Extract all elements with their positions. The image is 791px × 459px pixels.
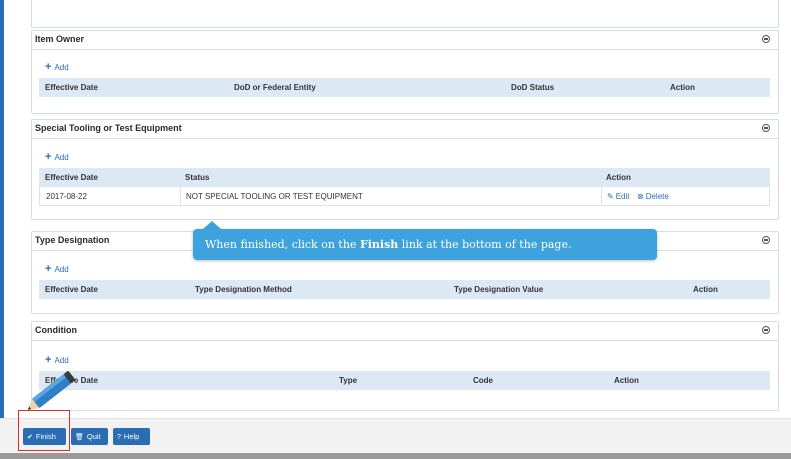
table-header: Effective Date Status Action (39, 168, 770, 187)
panel-title: Item Owner (35, 34, 85, 44)
column-header: Status (185, 173, 210, 182)
column-header: Effective Date (45, 83, 98, 92)
edit-icon: ✎ (607, 192, 614, 201)
cell-divider (180, 187, 181, 205)
column-header: Type Designation Method (195, 285, 292, 294)
table-header: Effective Date Type Designation Method T… (39, 280, 770, 299)
top-panel-partial (31, 0, 779, 28)
column-header: Action (670, 83, 695, 92)
pencil-icon (27, 371, 75, 410)
table-header: Effective Date DoD or Federal Entity DoD… (39, 78, 770, 97)
edit-link[interactable]: ✎ Edit (607, 187, 630, 206)
collapse-icon[interactable] (762, 236, 770, 244)
question-circle-icon: ? (117, 434, 121, 441)
special-tooling-panel: Special Tooling or Test Equipment + Add E… (31, 119, 779, 220)
condition-panel: Condition +Add Effective Date Type Code … (31, 321, 779, 411)
effective-date-cell: 2017-08-22 (46, 192, 87, 201)
add-condition-link[interactable]: + Add (45, 354, 69, 366)
column-header: DoD or Federal Entity (234, 83, 316, 92)
column-header: Effective Date (45, 173, 98, 182)
panel-title: Condition (35, 325, 77, 335)
trash-icon: 🗑 (75, 434, 84, 441)
collapse-icon[interactable] (762, 35, 770, 43)
panel-header: Special Tooling or Test Equipment (32, 120, 778, 139)
help-button[interactable]: ? Help (113, 428, 150, 445)
delete-link[interactable]: ⊗ Delete (637, 187, 669, 206)
column-header: Type (339, 376, 358, 385)
tooltip-text-after: link at the bottom of the page. (398, 238, 572, 251)
table-header: Effective Date Type Code Action (39, 371, 770, 390)
column-header: Action (606, 173, 631, 182)
column-header: Code (473, 376, 493, 385)
panel-title: Special Tooling or Test Equipment (35, 123, 182, 133)
collapse-icon[interactable] (762, 124, 770, 132)
quit-button[interactable]: 🗑 Quit (71, 428, 108, 445)
add-type-designation-link[interactable]: + Add (45, 263, 69, 275)
panel-header: Item Owner (32, 31, 778, 50)
item-owner-panel: Item Owner + Add Effective Date DoD or Fe… (31, 30, 779, 114)
tooltip-text-bold: Finish (359, 238, 399, 251)
finish-highlight-box (18, 410, 70, 451)
add-item-owner-link[interactable]: + Add (45, 61, 69, 73)
column-header: Type Designation Value (454, 285, 544, 294)
panel-header: Condition (32, 322, 778, 341)
cell-divider (601, 187, 602, 205)
delete-icon: ⊗ (637, 192, 644, 201)
add-special-tooling-link[interactable]: + Add (45, 151, 69, 163)
collapse-icon[interactable] (762, 326, 770, 334)
plus-icon: + (45, 61, 52, 73)
bottom-strip (0, 453, 791, 459)
panel-title: Type Designation (35, 235, 110, 245)
status-cell: NOT SPECIAL TOOLING OR TEST EQUIPMENT (186, 192, 363, 201)
instruction-tooltip: When finished, click on the Finish link … (193, 221, 657, 260)
plus-icon: + (45, 151, 52, 163)
tooltip-text-before: When finished, click on the (205, 238, 360, 251)
column-header: Effective Date (45, 285, 98, 294)
plus-icon: + (45, 354, 52, 366)
column-header: Action (693, 285, 718, 294)
plus-icon: + (45, 263, 52, 275)
column-header: Action (614, 376, 639, 385)
column-header: DoD Status (511, 83, 555, 92)
table-row: 2017-08-22 NOT SPECIAL TOOLING OR TEST E… (39, 187, 770, 206)
left-accent-bar (0, 0, 4, 459)
